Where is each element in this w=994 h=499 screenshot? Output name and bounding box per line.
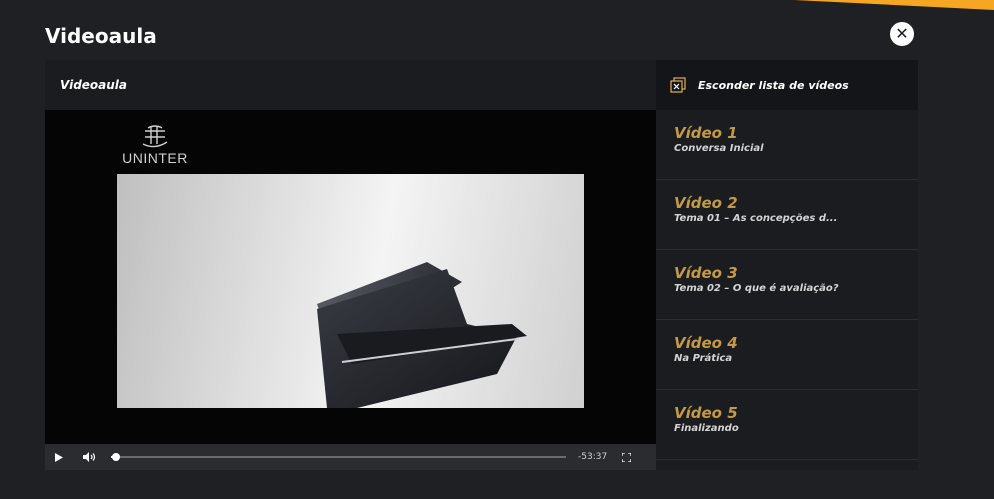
video-description: Tema 01 – As concepções d...	[674, 213, 838, 224]
fullscreen-button[interactable]	[622, 452, 631, 462]
video-list-item-4[interactable]: Vídeo 4 Na Prática	[656, 320, 918, 390]
player-controls: -53:37	[45, 444, 656, 470]
hide-list-toggle[interactable]: Esconder lista de vídeos	[656, 60, 918, 110]
video-description: Finalizando	[674, 423, 739, 434]
volume-button[interactable]	[83, 452, 109, 462]
video-content	[117, 174, 584, 408]
video-list-item-1[interactable]: Vídeo 1 Conversa Inicial	[656, 110, 918, 180]
player-title: Videoaula	[60, 78, 128, 92]
page-title: Videoaula	[45, 24, 157, 48]
video-player: Videoaula UNINTER -53:37	[45, 60, 656, 470]
fullscreen-icon	[622, 452, 631, 462]
video-number: Vídeo 1	[674, 124, 738, 142]
uninter-globe-icon	[142, 125, 168, 148]
video-number: Vídeo 2	[674, 194, 738, 212]
video-description: Na Prática	[674, 353, 733, 364]
orange-accent-decoration	[794, 0, 994, 10]
video-number: Vídeo 5	[674, 404, 738, 422]
video-description: Tema 02 – O que é avaliação?	[674, 283, 839, 294]
close-icon: ✕	[895, 24, 909, 43]
progress-knob[interactable]	[111, 453, 120, 461]
volume-icon	[83, 452, 96, 462]
video-list-item-5[interactable]: Vídeo 5 Finalizando	[656, 390, 918, 460]
close-button[interactable]: ✕	[890, 22, 914, 46]
play-button[interactable]	[55, 452, 75, 462]
play-icon	[55, 452, 63, 462]
hide-list-label: Esconder lista de vídeos	[698, 78, 849, 92]
hide-list-icon	[670, 77, 686, 93]
video-number: Vídeo 3	[674, 264, 738, 282]
video-scene	[317, 262, 527, 408]
video-list-sidebar: Esconder lista de vídeos Vídeo 1 Convers…	[656, 60, 918, 470]
player-header: Videoaula	[45, 60, 656, 110]
video-list-item-2[interactable]: Vídeo 2 Tema 01 – As concepções d...	[656, 180, 918, 250]
video-number: Vídeo 4	[674, 334, 738, 352]
progress-bar[interactable]	[111, 453, 566, 461]
video-list-item-3[interactable]: Vídeo 3 Tema 02 – O que é avaliação?	[656, 250, 918, 320]
video-description: Conversa Inicial	[674, 143, 764, 154]
logo-text: UNINTER	[122, 150, 188, 166]
uninter-logo: UNINTER	[115, 124, 195, 174]
time-remaining: -53:37	[578, 452, 608, 462]
video-frame[interactable]: UNINTER	[45, 110, 656, 444]
